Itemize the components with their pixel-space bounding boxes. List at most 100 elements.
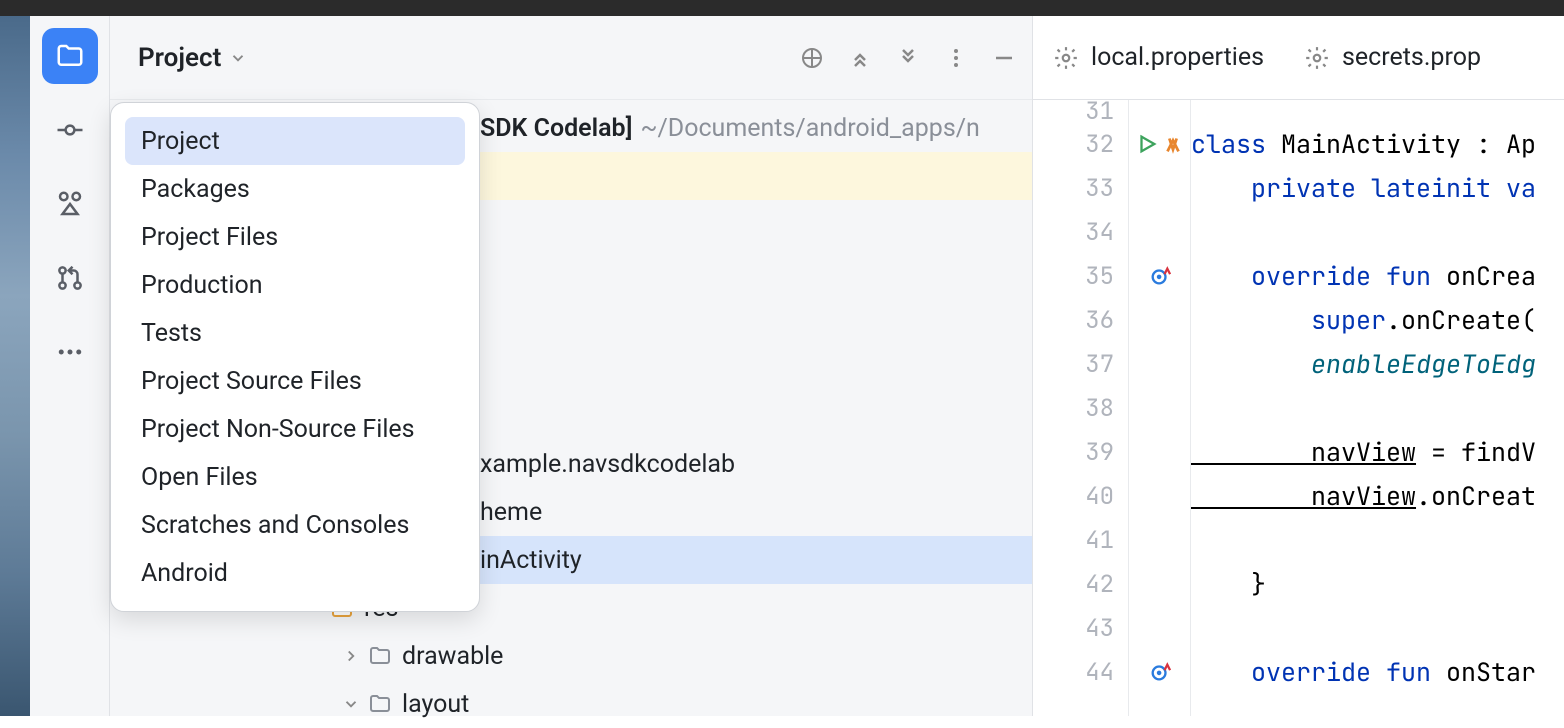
dropdown-item-project-files[interactable]: Project Files	[125, 213, 465, 261]
drawable-folder-label: drawable	[402, 642, 503, 671]
code-token: enableEdgeToEdg	[1191, 347, 1536, 381]
dropdown-item-label: Android	[141, 559, 228, 588]
editor-tab-bar: local.properties secrets.prop	[1033, 16, 1564, 100]
gutter-override-icon[interactable]	[1129, 650, 1190, 694]
more-vertical-icon[interactable]	[944, 46, 968, 70]
code-token: super	[1191, 303, 1386, 337]
dropdown-item-open-files[interactable]: Open Files	[125, 453, 465, 501]
chevron-down-icon	[342, 695, 360, 713]
line-number[interactable]: 32	[1033, 122, 1128, 166]
package-label: xample.navsdkcodelab	[480, 450, 735, 479]
code-token: : Ap	[1461, 127, 1536, 161]
override-icon	[1149, 265, 1171, 287]
folder-icon	[55, 41, 85, 71]
dropdown-item-label: Project Non-Source Files	[141, 415, 415, 444]
layout-folder-label: layout	[402, 690, 469, 719]
dropdown-item-android[interactable]: Android	[125, 549, 465, 597]
tool-sidebar	[30, 16, 110, 716]
collapse-all-icon[interactable]	[896, 46, 920, 70]
code-token: .onCreate(	[1386, 303, 1536, 337]
editor-tab-label: local.properties	[1091, 43, 1264, 72]
line-number[interactable]: 36	[1033, 298, 1128, 342]
code-token: override fun	[1191, 259, 1446, 293]
code-token: onStar	[1446, 655, 1536, 689]
commit-tool-button[interactable]	[42, 102, 98, 158]
vcs-tool-button[interactable]	[42, 250, 98, 306]
line-number[interactable]: 38	[1033, 386, 1128, 430]
desktop-background-strip	[0, 16, 30, 716]
code-token: class	[1191, 127, 1281, 161]
dropdown-item-label: Project	[141, 127, 220, 156]
dropdown-item-label: Scratches and Consoles	[141, 511, 409, 540]
dropdown-item-project-source-files[interactable]: Project Source Files	[125, 357, 465, 405]
view-selector-label: Project	[138, 43, 221, 73]
code-token: private lateinit va	[1191, 171, 1536, 205]
line-number[interactable]: 41	[1033, 518, 1128, 562]
code-token: onCrea	[1446, 259, 1536, 293]
minimize-icon[interactable]	[992, 46, 1016, 70]
dropdown-item-scratches[interactable]: Scratches and Consoles	[125, 501, 465, 549]
window-titlebar	[0, 0, 1564, 16]
code-token: navView	[1191, 435, 1416, 469]
line-number[interactable]: 44	[1033, 650, 1128, 694]
dropdown-item-project[interactable]: Project	[125, 117, 465, 165]
line-number[interactable]: 35	[1033, 254, 1128, 298]
expand-all-icon[interactable]	[848, 46, 872, 70]
line-number-gutter: 31 32 33 34 35 36 37 38 39 40 41 42 43 4…	[1033, 100, 1129, 716]
editor-tab-local-properties[interactable]: local.properties	[1053, 43, 1264, 72]
line-number[interactable]: 31	[1033, 100, 1128, 122]
line-number[interactable]: 37	[1033, 342, 1128, 386]
code-token: navView	[1191, 479, 1416, 513]
dropdown-item-project-non-source-files[interactable]: Project Non-Source Files	[125, 405, 465, 453]
panel-header-actions	[800, 46, 1016, 70]
editor-tab-label: secrets.prop	[1342, 43, 1481, 72]
chevron-down-icon	[229, 49, 247, 67]
project-panel: Project SDK Codelab] ~/Documents/android…	[110, 16, 1033, 716]
folder-icon	[368, 692, 392, 716]
override-icon	[1149, 661, 1171, 683]
project-view-selector[interactable]: Project	[138, 43, 247, 73]
select-opened-file-icon[interactable]	[800, 46, 824, 70]
dropdown-item-packages[interactable]: Packages	[125, 165, 465, 213]
project-panel-header: Project	[110, 16, 1032, 100]
gear-icon	[1304, 45, 1330, 71]
line-number[interactable]: 39	[1033, 430, 1128, 474]
project-view-dropdown: Project Packages Project Files Productio…	[110, 102, 480, 612]
chevron-right-icon	[342, 647, 360, 665]
icon-gutter	[1129, 100, 1191, 716]
code-editor[interactable]: class MainActivity : Ap private lateinit…	[1191, 100, 1564, 716]
dropdown-item-label: Production	[141, 271, 263, 300]
editor-body: 31 32 33 34 35 36 37 38 39 40 41 42 43 4…	[1033, 100, 1564, 716]
dropdown-item-label: Packages	[141, 175, 250, 204]
project-tool-button[interactable]	[42, 28, 98, 84]
editor-area: local.properties secrets.prop 31 32 33 3…	[1033, 16, 1564, 716]
project-root-path: ~/Documents/android_apps/n	[640, 114, 979, 143]
structure-icon	[55, 189, 85, 219]
run-icon	[1136, 133, 1158, 155]
code-token: MainActivity	[1281, 127, 1461, 161]
line-number[interactable]: 33	[1033, 166, 1128, 210]
editor-tab-secrets-properties[interactable]: secrets.prop	[1304, 43, 1481, 72]
code-token: }	[1191, 567, 1266, 601]
line-number[interactable]: 42	[1033, 562, 1128, 606]
pull-request-icon	[55, 263, 85, 293]
commit-icon	[55, 115, 85, 145]
gutter-override-icon[interactable]	[1129, 254, 1190, 298]
line-number[interactable]: 43	[1033, 606, 1128, 650]
dropdown-item-label: Open Files	[141, 463, 258, 492]
dropdown-item-tests[interactable]: Tests	[125, 309, 465, 357]
line-number[interactable]: 40	[1033, 474, 1128, 518]
gear-icon	[1053, 45, 1079, 71]
tree-drawable-row[interactable]: drawable	[110, 632, 1032, 680]
code-token: = findV	[1416, 435, 1536, 469]
dropdown-item-production[interactable]: Production	[125, 261, 465, 309]
mainactivity-label: inActivity	[480, 546, 582, 575]
line-number[interactable]: 34	[1033, 210, 1128, 254]
structure-tool-button[interactable]	[42, 176, 98, 232]
code-token: override fun	[1191, 655, 1446, 689]
dropdown-item-label: Project Source Files	[141, 367, 362, 396]
tree-layout-row[interactable]: layout	[110, 680, 1032, 728]
folder-icon	[368, 644, 392, 668]
gutter-run-icon[interactable]	[1129, 122, 1190, 166]
more-tools-button[interactable]	[42, 324, 98, 380]
